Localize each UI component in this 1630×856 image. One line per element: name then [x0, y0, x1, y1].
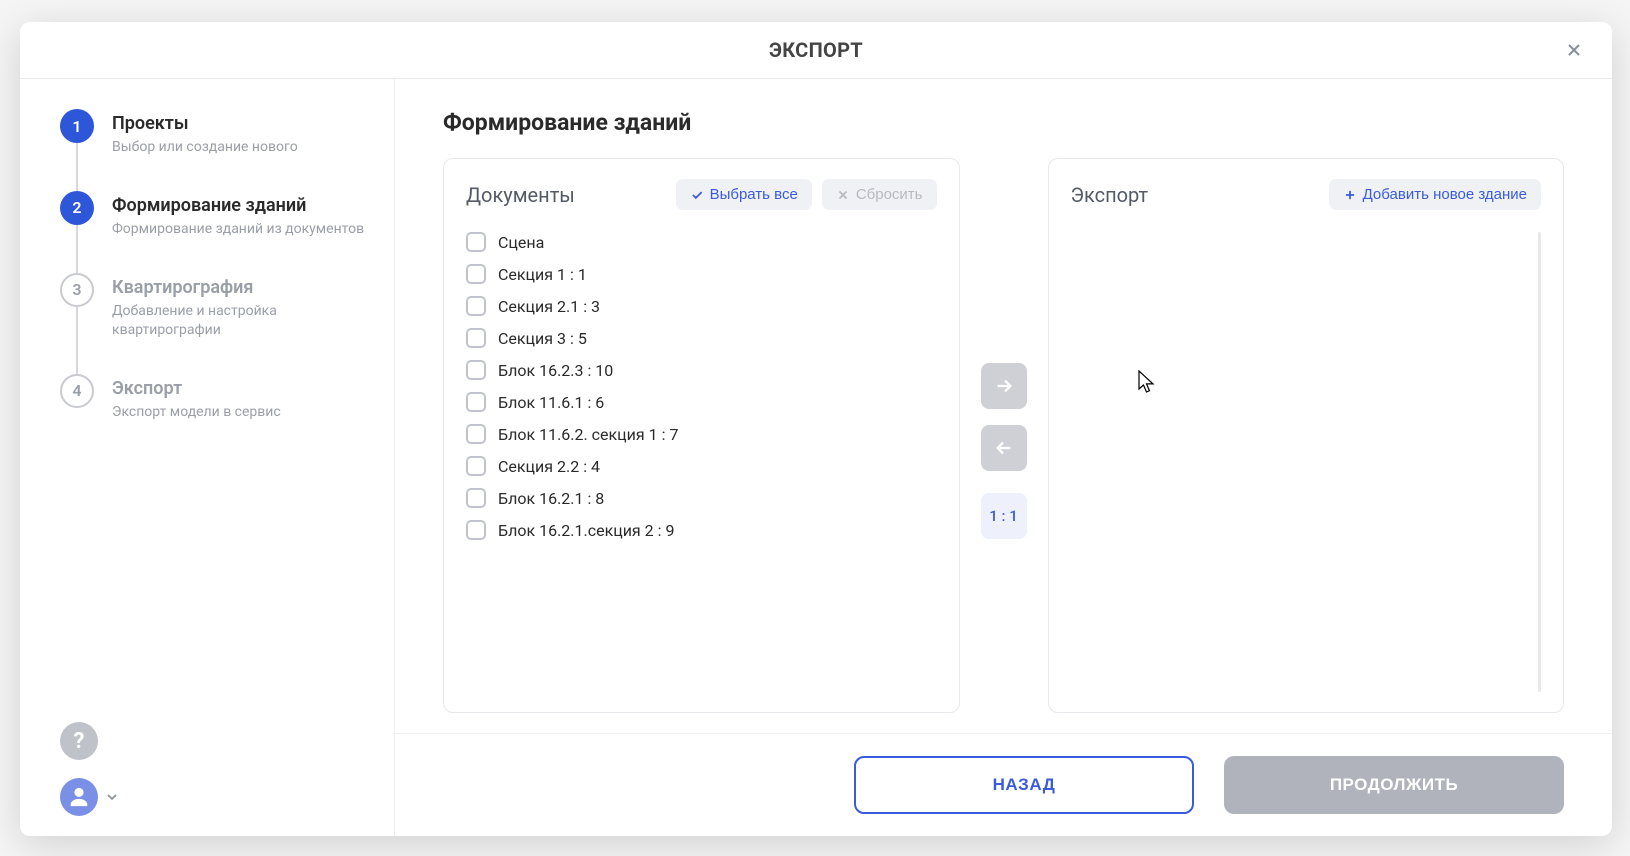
- select-all-button[interactable]: Выбрать все: [676, 179, 812, 210]
- export-list: [1071, 232, 1542, 692]
- step-subtitle: Экспорт модели в сервис: [112, 403, 281, 422]
- item-label: Секция 3 : 5: [498, 329, 587, 348]
- step-export[interactable]: 4 Экспорт Экспорт модели в сервис: [60, 374, 366, 422]
- list-item[interactable]: Блок 16.2.3 : 10: [466, 360, 931, 380]
- list-item[interactable]: Блок 16.2.1 : 8: [466, 488, 931, 508]
- transfer-controls: 1 : 1: [980, 158, 1028, 713]
- list-item[interactable]: Секция 1 : 1: [466, 264, 931, 284]
- modal-header: ЭКСПОРТ: [20, 22, 1612, 79]
- sidebar-footer: ?: [60, 702, 366, 816]
- reset-button[interactable]: Сбросить: [822, 179, 937, 210]
- step-subtitle: Формирование зданий из документов: [112, 220, 364, 239]
- list-item[interactable]: Блок 11.6.2. секция 1 : 7: [466, 424, 931, 444]
- step-subtitle: Выбор или создание нового: [112, 138, 298, 157]
- main-content: Формирование зданий Документы Выбрать вс…: [395, 79, 1612, 836]
- item-label: Блок 16.2.1.секция 2 : 9: [498, 521, 674, 540]
- list-item[interactable]: Секция 2.2 : 4: [466, 456, 931, 476]
- stepper: 1 Проекты Выбор или создание нового 2 Фо…: [60, 109, 366, 702]
- modal-title: ЭКСПОРТ: [769, 38, 863, 62]
- checkbox[interactable]: [466, 488, 486, 508]
- step-projects[interactable]: 1 Проекты Выбор или создание нового: [60, 109, 366, 191]
- x-icon: [836, 188, 850, 202]
- item-label: Секция 2.2 : 4: [498, 457, 600, 476]
- step-number: 2: [60, 191, 94, 225]
- export-title: Экспорт: [1071, 183, 1149, 207]
- documents-list: Сцена Секция 1 : 1 Секция 2.1 : 3 Секция…: [466, 232, 937, 692]
- list-item[interactable]: Секция 3 : 5: [466, 328, 931, 348]
- step-number: 3: [60, 273, 94, 307]
- checkbox[interactable]: [466, 328, 486, 348]
- list-item[interactable]: Сцена: [466, 232, 931, 252]
- help-button[interactable]: ?: [60, 722, 98, 760]
- page-title: Формирование зданий: [443, 109, 1564, 136]
- avatar: [60, 778, 98, 816]
- checkbox[interactable]: [466, 296, 486, 316]
- checkbox[interactable]: [466, 392, 486, 412]
- step-title: Проекты: [112, 113, 298, 134]
- add-building-button[interactable]: Добавить новое здание: [1329, 179, 1541, 210]
- documents-title: Документы: [466, 183, 575, 207]
- item-label: Секция 2.1 : 3: [498, 297, 600, 316]
- item-label: Сцена: [498, 233, 544, 252]
- arrow-right-icon: [993, 375, 1015, 397]
- reset-label: Сбросить: [856, 186, 923, 203]
- move-right-button[interactable]: [981, 363, 1027, 409]
- list-item[interactable]: Секция 2.1 : 3: [466, 296, 931, 316]
- checkbox[interactable]: [466, 424, 486, 444]
- step-number: 1: [60, 109, 94, 143]
- list-item[interactable]: Блок 11.6.1 : 6: [466, 392, 931, 412]
- checkbox[interactable]: [466, 456, 486, 476]
- step-title: Квартирография: [112, 277, 366, 298]
- add-building-label: Добавить новое здание: [1363, 186, 1527, 203]
- close-button[interactable]: [1560, 36, 1588, 64]
- step-buildings[interactable]: 2 Формирование зданий Формирование здани…: [60, 191, 366, 273]
- item-label: Секция 1 : 1: [498, 265, 587, 284]
- export-pane: Экспорт Добавить новое здание: [1048, 158, 1565, 713]
- plus-icon: [1343, 188, 1357, 202]
- checkbox[interactable]: [466, 264, 486, 284]
- check-icon: [690, 188, 704, 202]
- step-connector: [76, 307, 78, 374]
- item-label: Блок 16.2.3 : 10: [498, 361, 613, 380]
- checkbox[interactable]: [466, 520, 486, 540]
- step-connector: [76, 143, 78, 191]
- arrow-left-icon: [993, 437, 1015, 459]
- list-item[interactable]: Блок 16.2.1.секция 2 : 9: [466, 520, 931, 540]
- back-button[interactable]: НАЗАД: [854, 756, 1194, 814]
- select-all-label: Выбрать все: [710, 186, 798, 203]
- item-label: Блок 16.2.1 : 8: [498, 489, 604, 508]
- step-number: 4: [60, 374, 94, 408]
- ratio-button[interactable]: 1 : 1: [981, 493, 1027, 539]
- chevron-down-icon: [104, 789, 120, 805]
- checkbox[interactable]: [466, 360, 486, 380]
- documents-pane: Документы Выбрать все Сбросить: [443, 158, 960, 713]
- panes-row: Документы Выбрать все Сбросить: [443, 158, 1564, 713]
- export-modal: ЭКСПОРТ 1 Проекты Выбор или создание нов…: [20, 22, 1612, 836]
- step-subtitle: Добавление и настройка квартирографии: [112, 302, 366, 340]
- close-icon: [1564, 40, 1584, 60]
- step-title: Формирование зданий: [112, 195, 364, 216]
- step-apartments[interactable]: 3 Квартирография Добавление и настройка …: [60, 273, 366, 374]
- step-connector: [76, 225, 78, 273]
- item-label: Блок 11.6.1 : 6: [498, 393, 604, 412]
- step-title: Экспорт: [112, 378, 281, 399]
- user-icon: [68, 786, 90, 808]
- user-menu[interactable]: [60, 778, 366, 816]
- modal-body: 1 Проекты Выбор или создание нового 2 Фо…: [20, 79, 1612, 836]
- content-area: Формирование зданий Документы Выбрать вс…: [395, 79, 1612, 733]
- item-label: Блок 11.6.2. секция 1 : 7: [498, 425, 678, 444]
- continue-button[interactable]: ПРОДОЛЖИТЬ: [1224, 756, 1564, 814]
- modal-footer: НАЗАД ПРОДОЛЖИТЬ: [395, 733, 1612, 836]
- sidebar: 1 Проекты Выбор или создание нового 2 Фо…: [20, 79, 395, 836]
- move-left-button[interactable]: [981, 425, 1027, 471]
- checkbox[interactable]: [466, 232, 486, 252]
